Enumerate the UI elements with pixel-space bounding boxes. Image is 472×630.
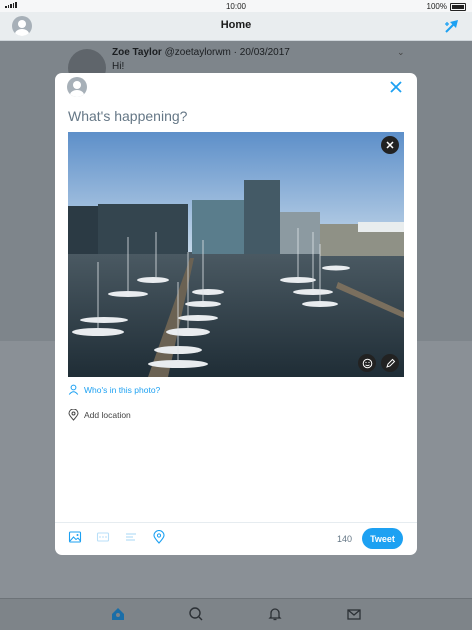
compose-avatar [67,77,87,97]
attached-photo [68,132,404,377]
add-location-button[interactable]: Add location [68,409,131,421]
location-icon[interactable] [152,530,166,544]
compose-tweet-icon[interactable] [444,18,460,39]
tab-bar [0,598,472,630]
poll-icon [124,530,138,544]
tag-people-label: Who's in this photo? [84,384,161,395]
tag-people-button[interactable]: Who's in this photo? [68,384,160,395]
gif-icon [96,530,110,544]
status-time: 10:00 [225,2,247,11]
tweet-date: 20/03/2017 [239,47,290,58]
toolbar-divider [55,522,417,523]
tweet-author-name: Zoe Taylor [112,47,162,58]
tweet-separator: · [233,47,238,58]
compose-modal: What's happening? Who's in this photo? A… [55,73,417,555]
battery-percent: 100% [426,2,447,11]
location-pin-icon [68,409,79,421]
add-location-label: Add location [84,410,131,420]
nav-bar: Home [0,12,472,41]
tweet-text: Hi! [112,61,125,72]
page-title: Home [220,19,252,31]
battery-icon [450,2,466,11]
character-counter: 140 [337,534,353,544]
messages-icon[interactable] [346,606,362,622]
tweet-text-input[interactable]: What's happening? [68,108,187,124]
person-icon [68,384,79,395]
tweet-handle: @zoetaylorwm [164,47,231,58]
sticker-icon[interactable] [358,354,376,372]
image-icon[interactable] [68,530,82,544]
home-icon[interactable] [110,606,126,622]
search-icon[interactable] [188,606,204,622]
battery-indicator: 100% [427,2,466,11]
chevron-down-icon[interactable]: ⌄ [397,47,405,58]
close-icon[interactable] [389,80,403,94]
tweet-header: Zoe Taylor @zoetaylorwm · 20/03/2017 [112,47,290,58]
edit-photo-icon[interactable] [381,354,399,372]
status-bar: 10:00 100% [0,0,472,12]
notifications-icon[interactable] [267,606,283,622]
tweet-button[interactable]: Tweet [362,528,403,549]
remove-photo-icon[interactable] [381,136,399,154]
